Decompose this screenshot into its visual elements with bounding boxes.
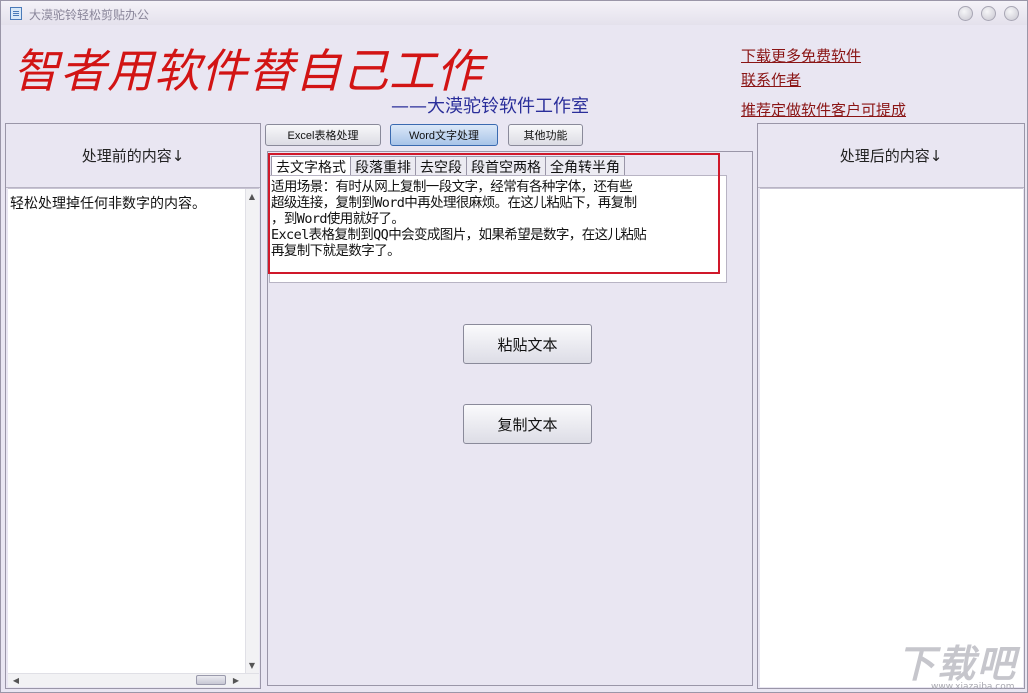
function-tabs: 去文字格式 段落重排 去空段 段首空两格 全角转半角 [271,156,625,177]
source-text: 轻松处理掉任何非数字的内容。 [10,196,206,212]
source-panel: 处理前的内容↓ 轻松处理掉任何非数字的内容。 ▲ ▼ ◀ ▶ [5,123,261,689]
tab-indent-first-line[interactable]: 段首空两格 [466,156,546,176]
scroll-down-arrow-icon[interactable]: ▼ [246,660,258,672]
paste-text-button[interactable]: 粘贴文本 [463,324,592,364]
tab-remove-empty-paragraphs[interactable]: 去空段 [415,156,467,176]
scroll-up-arrow-icon[interactable]: ▲ [246,191,258,203]
horizontal-scroll-thumb[interactable] [196,675,226,685]
minimize-button[interactable] [958,6,973,21]
description-line: Excel表格复制到QQ中会变成图片，如果希望是数字，在这儿粘贴 [271,227,647,243]
result-panel: 处理后的内容↓ [757,123,1025,689]
source-horizontal-scrollbar[interactable]: ◀ ▶ [8,673,259,687]
scroll-left-arrow-icon[interactable]: ◀ [10,675,22,687]
description-line: 超级连接，复制到Word中再处理很麻烦。在这儿粘贴下，再复制 [271,195,637,211]
download-more-link[interactable]: 下载更多免费软件 [741,45,861,66]
description-line: 适用场景：有时从网上复制一段文字，经常有各种字体，还有些 [271,179,633,195]
tab-paragraph-reflow[interactable]: 段落重排 [350,156,416,176]
other-functions-button[interactable]: 其他功能 [508,124,583,146]
result-heading: 处理后的内容↓ [758,124,1024,188]
recommend-custom-link[interactable]: 推荐定做软件客户可提成 [741,99,906,120]
word-process-button[interactable]: Word文字处理 [390,124,498,146]
result-textarea[interactable] [760,188,1023,687]
source-heading: 处理前的内容↓ [6,124,260,188]
app-icon [10,7,22,20]
source-vertical-scrollbar[interactable]: ▲ ▼ [245,189,259,674]
watermark-url: www.xiazaiba.com [931,682,1015,692]
source-textarea[interactable]: 轻松处理掉任何非数字的内容。 ▲ ▼ ◀ ▶ [8,188,259,687]
description-line: ，到Word使用就好了。 [271,211,405,227]
title-bar: 大漠驼铃轻松剪贴办公 [1,1,1027,25]
app-window: 大漠驼铃轻松剪贴办公 智者用软件替自己工作 ——大漠驼铃软件工作室 下载更多免费… [0,0,1028,693]
window-title: 大漠驼铃轻松剪贴办公 [29,8,150,22]
maximize-button[interactable] [981,6,996,21]
copy-text-button[interactable]: 复制文本 [463,404,592,444]
close-button[interactable] [1004,6,1019,21]
scroll-right-arrow-icon[interactable]: ▶ [230,675,242,687]
tab-remove-format[interactable]: 去文字格式 [271,156,351,177]
excel-process-button[interactable]: Excel表格处理 [265,124,381,146]
tab-fullwidth-to-halfwidth[interactable]: 全角转半角 [545,156,625,176]
studio-name: ——大漠驼铃软件工作室 [391,96,589,117]
contact-author-link[interactable]: 联系作者 [741,69,801,90]
usage-description: 适用场景：有时从网上复制一段文字，经常有各种字体，还有些 超级连接，复制到Wor… [271,179,727,259]
description-line: 再复制下就是数字了。 [271,243,401,259]
